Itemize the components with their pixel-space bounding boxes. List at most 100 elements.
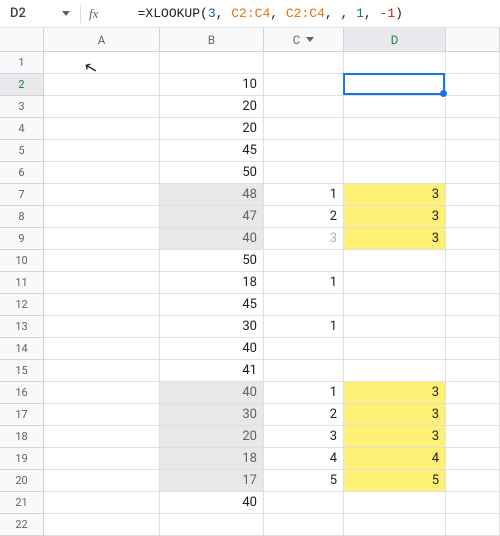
cell-C6[interactable]	[264, 162, 344, 184]
cell-A9[interactable]	[44, 228, 160, 250]
cell-C5[interactable]	[264, 140, 344, 162]
row-header[interactable]: 14	[0, 338, 44, 360]
column-header-C[interactable]: C	[264, 28, 344, 52]
row-header[interactable]: 16	[0, 382, 44, 404]
cell-empty[interactable]	[446, 426, 500, 448]
cell-D13[interactable]	[344, 316, 446, 338]
cell-C22[interactable]	[264, 514, 344, 536]
cell-D17[interactable]: 3	[344, 404, 446, 426]
cell-B10[interactable]: 50	[160, 250, 264, 272]
row-header[interactable]: 21	[0, 492, 44, 514]
cell-empty[interactable]	[446, 184, 500, 206]
cell-C17[interactable]: 2	[264, 404, 344, 426]
cell-A21[interactable]	[44, 492, 160, 514]
cell-C10[interactable]	[264, 250, 344, 272]
cell-C14[interactable]	[264, 338, 344, 360]
cell-B11[interactable]: 18	[160, 272, 264, 294]
cell-C1[interactable]	[264, 52, 344, 74]
cell-empty[interactable]	[446, 470, 500, 492]
cell-D22[interactable]	[344, 514, 446, 536]
column-header-next[interactable]	[446, 28, 500, 52]
row-header[interactable]: 8	[0, 206, 44, 228]
cell-B1[interactable]	[160, 52, 264, 74]
row-header[interactable]: 9	[0, 228, 44, 250]
cell-D16[interactable]: 3	[344, 382, 446, 404]
cell-D5[interactable]	[344, 140, 446, 162]
cell-D12[interactable]	[344, 294, 446, 316]
cell-D19[interactable]: 4	[344, 448, 446, 470]
cell-empty[interactable]	[446, 492, 500, 514]
column-header-B[interactable]: B	[160, 28, 264, 52]
cell-B12[interactable]: 45	[160, 294, 264, 316]
cell-D7[interactable]: 3	[344, 184, 446, 206]
cell-D11[interactable]	[344, 272, 446, 294]
cell-B14[interactable]: 40	[160, 338, 264, 360]
cell-D21[interactable]	[344, 492, 446, 514]
cell-C13[interactable]: 1	[264, 316, 344, 338]
cell-D4[interactable]	[344, 118, 446, 140]
cell-B18[interactable]: 20	[160, 426, 264, 448]
cell-A18[interactable]	[44, 426, 160, 448]
row-header[interactable]: 12	[0, 294, 44, 316]
cell-A4[interactable]	[44, 118, 160, 140]
cell-empty[interactable]	[446, 514, 500, 536]
cell-B7[interactable]: 48	[160, 184, 264, 206]
cell-C12[interactable]	[264, 294, 344, 316]
cell-C21[interactable]	[264, 492, 344, 514]
row-header[interactable]: 20	[0, 470, 44, 492]
cell-empty[interactable]	[446, 140, 500, 162]
cell-D18[interactable]: 3	[344, 426, 446, 448]
cell-B2[interactable]: 10	[160, 74, 264, 96]
cell-B20[interactable]: 17	[160, 470, 264, 492]
cell-C16[interactable]: 1	[264, 382, 344, 404]
cell-empty[interactable]	[446, 250, 500, 272]
cell-A17[interactable]	[44, 404, 160, 426]
cell-A15[interactable]	[44, 360, 160, 382]
cell-empty[interactable]	[446, 448, 500, 470]
cell-empty[interactable]	[446, 382, 500, 404]
row-header[interactable]: 10	[0, 250, 44, 272]
cell-C18[interactable]: 3	[264, 426, 344, 448]
cell-B5[interactable]: 45	[160, 140, 264, 162]
cell-C7[interactable]: 1	[264, 184, 344, 206]
row-header[interactable]: 4	[0, 118, 44, 140]
cell-A8[interactable]	[44, 206, 160, 228]
cell-D6[interactable]	[344, 162, 446, 184]
cell-C4[interactable]	[264, 118, 344, 140]
cell-B22[interactable]	[160, 514, 264, 536]
cell-D1[interactable]	[344, 52, 446, 74]
cell-empty[interactable]	[446, 96, 500, 118]
cell-A13[interactable]	[44, 316, 160, 338]
cell-B19[interactable]: 18	[160, 448, 264, 470]
cell-D15[interactable]	[344, 360, 446, 382]
cell-empty[interactable]	[446, 52, 500, 74]
cell-B3[interactable]: 20	[160, 96, 264, 118]
cell-C15[interactable]	[264, 360, 344, 382]
row-header[interactable]: 3	[0, 96, 44, 118]
cell-D9[interactable]: 3	[344, 228, 446, 250]
name-box[interactable]: D2	[4, 6, 56, 21]
cell-empty[interactable]	[446, 360, 500, 382]
cell-empty[interactable]	[446, 316, 500, 338]
row-header[interactable]: 6	[0, 162, 44, 184]
select-all-corner[interactable]	[0, 28, 44, 52]
cell-A11[interactable]	[44, 272, 160, 294]
cell-C20[interactable]: 5	[264, 470, 344, 492]
cell-empty[interactable]	[446, 228, 500, 250]
row-header[interactable]: 19	[0, 448, 44, 470]
cell-A20[interactable]	[44, 470, 160, 492]
row-header[interactable]: 7	[0, 184, 44, 206]
cell-B8[interactable]: 47	[160, 206, 264, 228]
row-header[interactable]: 2	[0, 74, 44, 96]
name-box-dropdown-icon[interactable]	[62, 11, 70, 16]
cell-A7[interactable]	[44, 184, 160, 206]
row-header[interactable]: 22	[0, 514, 44, 536]
cell-C8[interactable]: 2	[264, 206, 344, 228]
column-header-A[interactable]: A	[44, 28, 160, 52]
row-header[interactable]: 5	[0, 140, 44, 162]
cell-C19[interactable]: 4	[264, 448, 344, 470]
cell-A12[interactable]	[44, 294, 160, 316]
cell-B16[interactable]: 40	[160, 382, 264, 404]
cell-D10[interactable]	[344, 250, 446, 272]
cell-empty[interactable]	[446, 272, 500, 294]
